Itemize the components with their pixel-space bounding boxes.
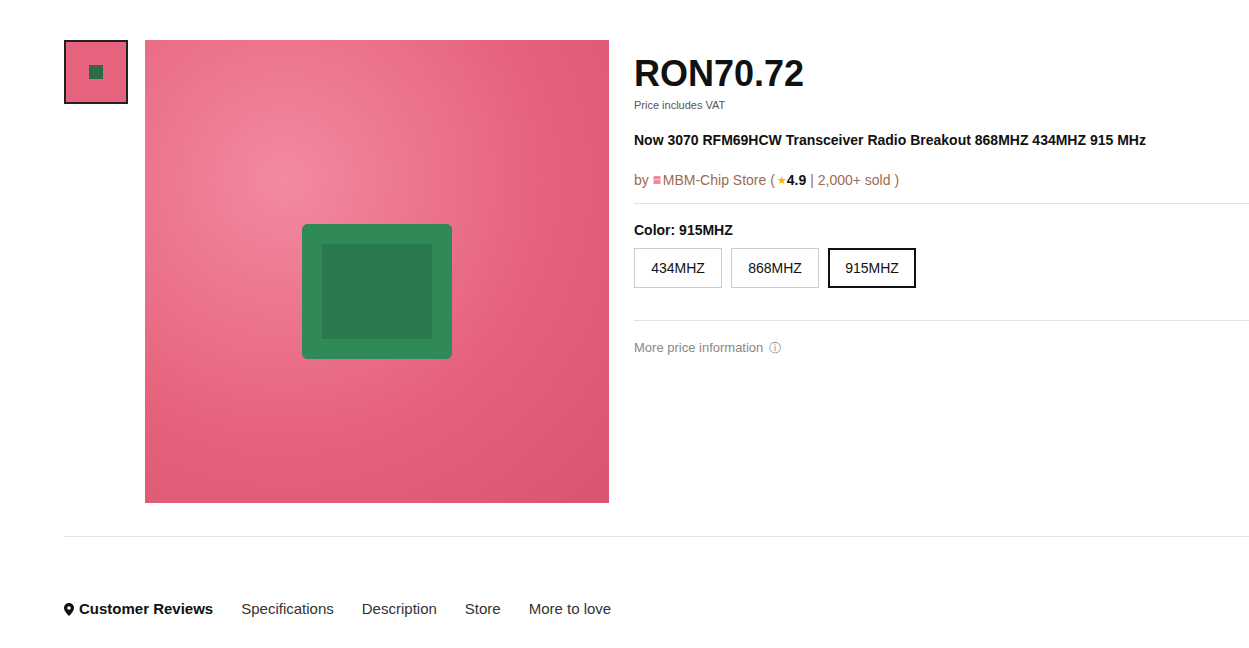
product-photo[interactable] <box>145 40 609 503</box>
option-button[interactable]: 868MHZ <box>731 248 819 288</box>
info-icon: ⓘ <box>769 338 781 358</box>
location-pin-icon <box>64 603 74 616</box>
divider <box>634 320 1249 321</box>
thumbnail[interactable] <box>64 40 128 104</box>
price-note: Price includes VAT <box>634 98 1249 112</box>
tab[interactable]: Store <box>465 599 501 619</box>
divider <box>634 203 1249 204</box>
option-button[interactable]: 434MHZ <box>634 248 722 288</box>
option-label: Color: 915MHZ <box>634 220 1249 240</box>
tab-bar: Customer Reviews Specifications Descriptio… <box>64 599 1249 619</box>
thumbnail-image <box>66 42 126 102</box>
tab[interactable]: Description <box>362 599 437 619</box>
product-top: RON70.72 Price includes VAT Now 3070 RFM69… <box>64 40 1249 503</box>
product-title: Now 3070 RFM69HCW Transceiver Radio Brea… <box>634 130 1249 150</box>
store-link[interactable]: MBM-Chip Store <box>663 170 766 190</box>
star-icon: ★ <box>777 170 787 190</box>
option-list: 434MHZ868MHZ915MHZ <box>634 248 1249 288</box>
store-icon <box>652 175 662 185</box>
tab[interactable]: More to love <box>529 599 612 619</box>
board-picture <box>302 224 452 359</box>
section-divider <box>64 536 1249 537</box>
option-button[interactable]: 915MHZ <box>828 248 916 288</box>
more-price-info[interactable]: More price informationⓘ <box>634 338 1249 358</box>
product-info: RON70.72 Price includes VAT Now 3070 RFM69… <box>634 40 1249 503</box>
price: RON70.72 <box>634 54 1249 94</box>
tab[interactable]: Specifications <box>241 599 334 619</box>
rating: 4.9 <box>787 170 806 190</box>
seller-line: byMBM-Chip Store (★4.9 | 2,000+ sold ) <box>634 170 1249 190</box>
thumbnail-list <box>64 40 128 503</box>
tab[interactable]: Customer Reviews <box>64 599 213 619</box>
product-page: RON70.72 Price includes VAT Now 3070 RFM69… <box>0 0 1249 648</box>
